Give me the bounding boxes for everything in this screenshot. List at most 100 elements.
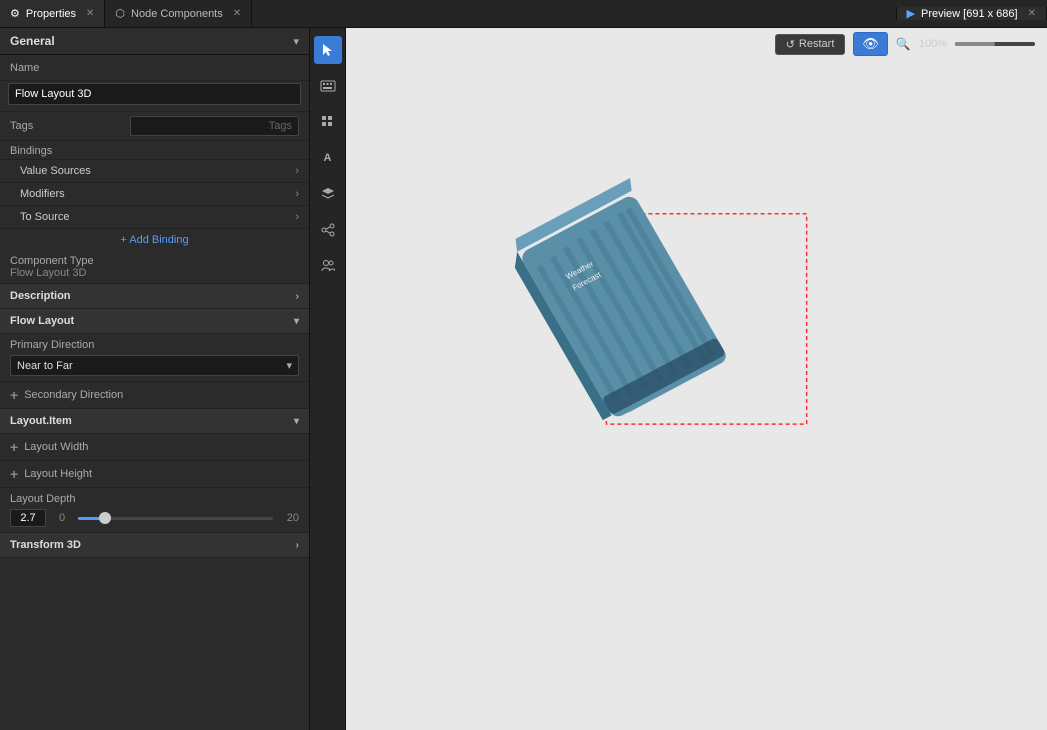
layout-depth-slider-thumb[interactable] <box>99 512 111 524</box>
layout-depth-controls: 0 20 <box>10 509 299 527</box>
restart-icon: ↺ <box>786 38 795 51</box>
general-title: General <box>10 34 55 48</box>
layers-icon <box>321 187 335 201</box>
modifiers-arrow-icon: › <box>295 188 299 200</box>
3d-preview-svg: Weather Forecast <box>346 28 1047 730</box>
layout-depth-max: 20 <box>279 512 299 524</box>
layout-item-label: Layout.Item <box>10 415 72 427</box>
general-chevron-icon: ▾ <box>293 35 299 48</box>
preview-tab-label: Preview [691 x 686] <box>921 8 1018 20</box>
layout-depth-input[interactable] <box>10 509 46 527</box>
preview-toolbar: ↺ Restart 👁 🔍 100% <box>763 28 1047 60</box>
main-area: General ▾ Name Tags Tags Bindings Value … <box>0 28 1047 730</box>
tab-bar: ⚙ Properties ✕ ⬡ Node Components ✕ ▶ Pre… <box>0 0 1047 28</box>
secondary-direction-label: Secondary Direction <box>24 389 123 401</box>
preview-wrapper: ↺ Restart 👁 🔍 100% <box>346 28 1047 730</box>
to-source-arrow-icon: › <box>295 211 299 223</box>
grid-tool-button[interactable] <box>314 108 342 136</box>
node-components-tab-icon: ⬡ <box>115 7 125 20</box>
modifiers-row[interactable]: Modifiers › <box>0 183 309 206</box>
secondary-direction-row[interactable]: + Secondary Direction <box>0 382 309 409</box>
layout-width-plus-icon: + <box>10 439 18 455</box>
flow-layout-label: Flow Layout <box>10 315 74 327</box>
eye-icon: 👁 <box>862 36 879 52</box>
share-tool-button[interactable] <box>314 216 342 244</box>
layout-width-row[interactable]: + Layout Width <box>0 434 309 461</box>
tab-preview[interactable]: ▶ Preview [691 x 686] ✕ <box>897 7 1047 20</box>
node-components-tab-label: Node Components <box>131 8 223 20</box>
zoom-level: 100% <box>919 38 947 50</box>
preview-scene: Weather Forecast <box>346 28 1047 730</box>
users-icon <box>321 259 335 273</box>
layout-depth-row: Layout Depth 0 20 <box>0 488 309 533</box>
value-sources-row[interactable]: Value Sources › <box>0 160 309 183</box>
secondary-direction-plus-icon: + <box>10 387 18 403</box>
tags-input[interactable]: Tags <box>130 116 299 136</box>
keyboard-icon <box>320 80 336 92</box>
general-section-header[interactable]: General ▾ <box>0 28 309 55</box>
left-panel: General ▾ Name Tags Tags Bindings Value … <box>0 28 310 730</box>
text-size-tool-button[interactable]: A <box>314 144 342 172</box>
layout-depth-label: Layout Depth <box>10 493 299 505</box>
share-icon <box>321 223 335 237</box>
preview-tab-close[interactable]: ✕ <box>1028 8 1036 19</box>
description-section-header[interactable]: Description › <box>0 284 309 309</box>
properties-tab-label: Properties <box>26 8 76 20</box>
layout-item-chevron-icon: ▾ <box>294 416 299 427</box>
add-binding-button[interactable]: + Add Binding <box>0 229 309 251</box>
modifiers-label: Modifiers <box>20 188 65 200</box>
transform-3d-label: Transform 3D <box>10 539 81 551</box>
to-source-row[interactable]: To Source › <box>0 206 309 229</box>
properties-tab-close[interactable]: ✕ <box>86 8 94 19</box>
name-row: Name <box>0 55 309 81</box>
layout-depth-min: 0 <box>52 512 72 524</box>
primary-direction-row: Primary Direction Near to Far ▾ <box>0 334 309 382</box>
transform-3d-section-header[interactable]: Transform 3D › <box>0 533 309 558</box>
value-sources-arrow-icon: › <box>295 165 299 177</box>
node-components-tab-close[interactable]: ✕ <box>233 8 241 19</box>
tab-node-components[interactable]: ⬡ Node Components ✕ <box>105 0 252 27</box>
primary-direction-select[interactable]: Near to Far ▾ <box>10 355 299 376</box>
component-type-label: Component Type <box>10 255 94 267</box>
pointer-tool-button[interactable] <box>314 36 342 64</box>
layout-height-label: Layout Height <box>24 468 92 480</box>
name-input[interactable] <box>8 83 301 105</box>
restart-button[interactable]: ↺ Restart <box>775 34 846 55</box>
primary-direction-dropdown-icon: ▾ <box>286 359 292 372</box>
component-type-value: Flow Layout 3D <box>10 267 86 279</box>
tab-properties[interactable]: ⚙ Properties ✕ <box>0 0 105 27</box>
primary-direction-value: Near to Far <box>17 360 73 372</box>
layout-depth-slider-track <box>78 517 273 520</box>
tags-row: Tags Tags <box>0 112 309 141</box>
layout-height-row[interactable]: + Layout Height <box>0 461 309 488</box>
tags-placeholder: Tags <box>269 120 292 132</box>
tags-label: Tags <box>10 120 130 132</box>
name-label: Name <box>10 62 130 74</box>
properties-tab-icon: ⚙ <box>10 7 20 20</box>
users-tool-button[interactable] <box>314 252 342 280</box>
flow-layout-chevron-icon: ▾ <box>294 316 299 327</box>
to-source-label: To Source <box>20 211 70 223</box>
layout-depth-slider-container <box>78 510 273 526</box>
primary-direction-label: Primary Direction <box>10 339 299 351</box>
eye-button[interactable]: 👁 <box>853 32 888 56</box>
layout-height-plus-icon: + <box>10 466 18 482</box>
keyboard-tool-button[interactable] <box>314 72 342 100</box>
text-size-icon: A <box>324 152 332 164</box>
name-input-row <box>0 81 309 112</box>
description-chevron-icon: › <box>296 291 299 302</box>
description-label: Description <box>10 290 71 302</box>
zoom-slider[interactable] <box>955 42 1035 46</box>
component-type-row: Component Type Flow Layout 3D <box>0 251 309 284</box>
bindings-section-label: Bindings <box>0 141 309 160</box>
layers-tool-button[interactable] <box>314 180 342 208</box>
icon-bar: A <box>310 28 346 730</box>
transform-3d-chevron-icon: › <box>296 540 299 551</box>
grid-icon <box>321 115 335 129</box>
preview-tab-icon: ▶ <box>907 7 915 20</box>
pointer-icon <box>321 43 335 57</box>
layout-item-section-header[interactable]: Layout.Item ▾ <box>0 409 309 434</box>
flow-layout-section-header[interactable]: Flow Layout ▾ <box>0 309 309 334</box>
search-icon: 🔍 <box>896 37 911 51</box>
layout-width-label: Layout Width <box>24 441 88 453</box>
